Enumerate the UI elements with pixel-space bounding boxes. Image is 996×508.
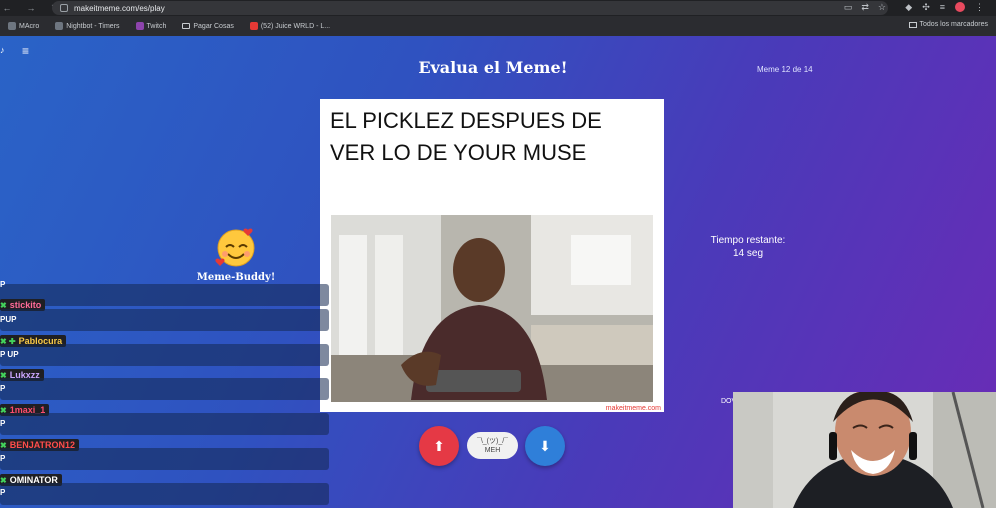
chat-row (0, 483, 329, 505)
globe-icon (8, 22, 16, 30)
page-title: Evalua el Meme! (418, 58, 568, 77)
chat-row (0, 309, 329, 331)
chat-message: PUP (0, 315, 17, 324)
stream-chat-overlay: P ✖ stickito PUP ✖ ✚ Pablocura P UP ✖ Lu… (0, 280, 332, 508)
hamburger-menu-icon[interactable]: ≡ (22, 44, 29, 58)
bookmark-youtube[interactable]: (52) Juice WRLD - L... (249, 22, 330, 30)
extension-icon[interactable]: ◆ (905, 2, 912, 13)
time-remaining-label: Tiempo restante: (710, 235, 786, 246)
meh-label: MEH (484, 446, 501, 454)
chat-row (0, 413, 329, 435)
chat-row (0, 284, 329, 306)
nightbot-icon (55, 22, 64, 30)
url-text: makeitmeme.com/es/play (74, 3, 165, 13)
meh-button[interactable]: ¯\_(ツ)_/¯ MEH (467, 432, 518, 459)
folder-icon (908, 21, 917, 28)
bookmark-pagar-cosas[interactable]: Pagar Cosas (182, 23, 234, 30)
cast-icon[interactable]: ≡ (940, 2, 945, 13)
bookmark-macro[interactable]: MAcro (8, 22, 39, 30)
meme-watermark: makeitmeme.com (605, 405, 661, 412)
puzzle-icon[interactable]: ✣ (922, 2, 930, 13)
menu-dots-icon[interactable]: ⋮ (975, 2, 984, 13)
youtube-icon (249, 22, 258, 30)
bookmark-twitch[interactable]: Twitch (135, 22, 166, 30)
chat-message: P (0, 419, 6, 428)
chat-message: P UP (0, 350, 19, 359)
shrug-face: ¯\_(ツ)_/¯ (476, 437, 509, 445)
arrow-up-icon: ⬆ (433, 437, 445, 454)
address-bar[interactable]: makeitmeme.com/es/play (52, 1, 888, 15)
forward-icon[interactable]: → (24, 3, 38, 14)
twitch-icon (135, 22, 144, 30)
install-icon[interactable]: ▭ (844, 2, 853, 13)
meme-caption: EL PICKLEZ DESPUES DE VER LO DE YOUR MUS… (330, 108, 602, 165)
site-info-icon[interactable] (60, 4, 68, 12)
meme-card: EL PICKLEZ DESPUES DE VER LO DE YOUR MUS… (320, 99, 664, 412)
bookmark-star-icon[interactable]: ☆ (878, 2, 886, 13)
meme-counter: Meme 12 de 14 (757, 65, 813, 74)
downvote-button[interactable]: ⬇ (525, 426, 565, 466)
folder-icon (182, 23, 191, 29)
webcam-feed-image (733, 392, 996, 508)
time-remaining-value: 14 seg (732, 248, 764, 259)
arrow-down-icon: ⬇ (539, 437, 551, 454)
chat-message: P (0, 280, 6, 289)
back-icon[interactable]: ← (0, 3, 14, 14)
meme-image (331, 215, 653, 402)
bookmarks-bar: MAcro Nightbot - Timers Twitch Pagar Cos… (0, 16, 996, 36)
translate-icon[interactable]: ⇄ (861, 2, 869, 13)
chat-row (0, 344, 329, 366)
browser-toolbar: ← → ↻ makeitmeme.com/es/play ▭ ⇄ ☆ ◆ ✣ ≡… (0, 0, 996, 16)
all-bookmarks[interactable]: Todos los marcadores (908, 21, 988, 28)
profile-avatar[interactable] (955, 2, 965, 12)
sound-icon[interactable]: ♪ (0, 45, 5, 55)
bookmark-nightbot[interactable]: Nightbot - Timers (55, 22, 120, 30)
chat-message: P (0, 384, 6, 393)
game-page: ♪ ≡ Evalua el Meme! Meme 12 de 14 Tiempo… (0, 36, 996, 508)
chat-row (0, 378, 329, 400)
chat-message: P (0, 454, 6, 463)
meme-buddy-emoji-icon (215, 228, 255, 267)
chat-message: P (0, 488, 6, 497)
upvote-button[interactable]: ⬆ (419, 426, 459, 466)
chat-row (0, 448, 329, 470)
